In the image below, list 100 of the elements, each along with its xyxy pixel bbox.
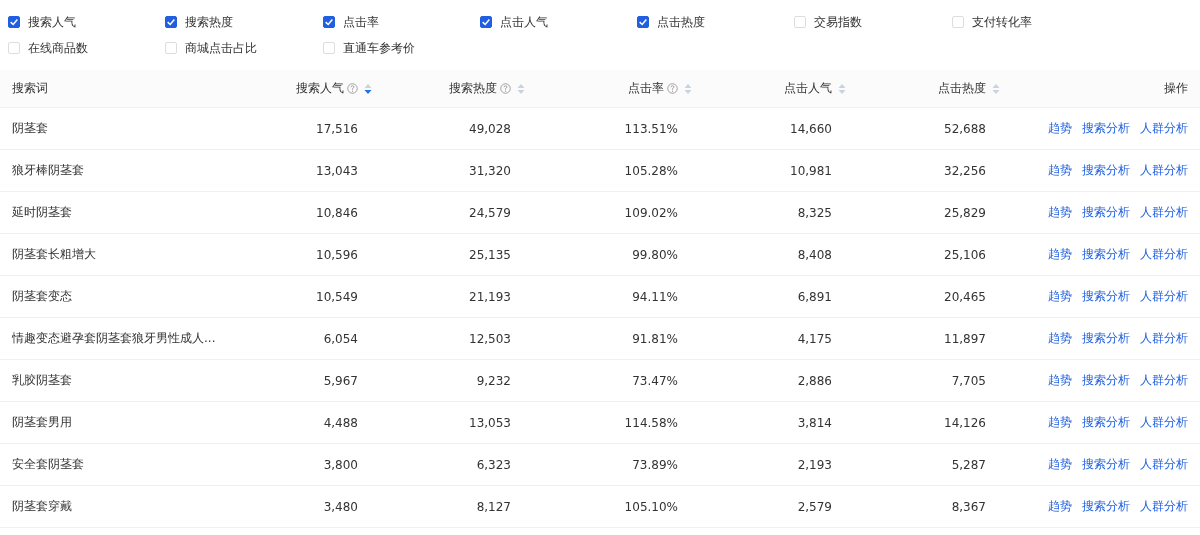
action-link[interactable]: 搜索分析 bbox=[1082, 372, 1130, 389]
table-cell: 3,480 bbox=[323, 499, 358, 514]
help-icon[interactable] bbox=[347, 83, 358, 94]
table-cell: 99.80% bbox=[632, 247, 678, 262]
column-header[interactable]: 点击率 bbox=[628, 80, 664, 97]
table-cell: 安全套阴茎套 bbox=[12, 456, 84, 473]
action-link[interactable]: 趋势 bbox=[1048, 456, 1072, 473]
table-cell: 109.02% bbox=[624, 205, 678, 220]
checkbox[interactable] bbox=[479, 16, 492, 28]
table-cell: 14,660 bbox=[790, 121, 832, 136]
table-cell: 91.81% bbox=[632, 331, 678, 346]
table-cell: 24,579 bbox=[469, 205, 511, 220]
checkbox-label: 搜索热度 bbox=[185, 13, 234, 31]
checkbox-label: 搜索人气 bbox=[28, 13, 76, 31]
action-link[interactable]: 趋势 bbox=[1048, 162, 1072, 179]
table-cell: 14,126 bbox=[944, 415, 986, 430]
action-link[interactable]: 搜索分析 bbox=[1082, 162, 1130, 179]
help-icon[interactable] bbox=[667, 83, 678, 94]
table-cell: 94.11% bbox=[632, 289, 678, 304]
table-cell: 5,967 bbox=[323, 373, 358, 388]
action-link[interactable]: 搜索分析 bbox=[1082, 498, 1130, 515]
table-cell: 8,127 bbox=[476, 499, 511, 514]
table-cell: 3,814 bbox=[797, 415, 832, 430]
table-cell: 4,175 bbox=[797, 331, 832, 346]
action-link[interactable]: 搜索分析 bbox=[1082, 120, 1130, 137]
table-cell: 9,232 bbox=[476, 373, 511, 388]
checkbox-label: 支付转化率 bbox=[971, 13, 1032, 31]
column-header[interactable]: 点击热度 bbox=[938, 80, 986, 97]
action-link[interactable]: 搜索分析 bbox=[1082, 288, 1130, 305]
table-cell: 25,106 bbox=[944, 247, 986, 262]
table-cell: 25,135 bbox=[469, 247, 511, 262]
table-cell: 13,043 bbox=[316, 163, 358, 178]
table-cell: 52,688 bbox=[944, 121, 986, 136]
action-link[interactable]: 人群分析 bbox=[1140, 498, 1188, 515]
table-cell: 2,193 bbox=[797, 457, 832, 472]
table-cell: 25,829 bbox=[944, 205, 986, 220]
action-link[interactable]: 人群分析 bbox=[1140, 162, 1188, 179]
action-link[interactable]: 趋势 bbox=[1048, 120, 1072, 137]
table-cell: 105.10% bbox=[624, 499, 678, 514]
table-cell: 4,488 bbox=[323, 415, 358, 430]
table-cell: 105.28% bbox=[624, 163, 678, 178]
table-cell: 17,516 bbox=[316, 121, 358, 136]
table-cell: 10,549 bbox=[316, 289, 358, 304]
checkbox-label: 直通车参考价 bbox=[342, 39, 415, 57]
table-cell: 乳胶阴茎套 bbox=[12, 372, 72, 389]
action-link[interactable]: 趋势 bbox=[1048, 288, 1072, 305]
checkbox[interactable] bbox=[8, 16, 20, 28]
table-cell: 7,705 bbox=[951, 373, 986, 388]
action-link[interactable]: 人群分析 bbox=[1140, 204, 1188, 221]
action-link[interactable]: 搜索分析 bbox=[1082, 456, 1130, 473]
action-link[interactable]: 趋势 bbox=[1048, 204, 1072, 221]
checkbox-label: 交易指数 bbox=[814, 13, 863, 31]
table-cell: 31,320 bbox=[469, 163, 511, 178]
action-link[interactable]: 人群分析 bbox=[1140, 372, 1188, 389]
table-cell: 32,256 bbox=[944, 163, 986, 178]
table-cell: 狼牙棒阴茎套 bbox=[12, 162, 84, 179]
checkbox[interactable] bbox=[165, 16, 178, 28]
action-link[interactable]: 搜索分析 bbox=[1082, 246, 1130, 263]
action-link[interactable]: 搜索分析 bbox=[1082, 330, 1130, 347]
checkbox[interactable] bbox=[637, 16, 650, 28]
action-link[interactable]: 搜索分析 bbox=[1082, 204, 1130, 221]
action-link[interactable]: 趋势 bbox=[1048, 372, 1072, 389]
action-link[interactable]: 人群分析 bbox=[1140, 246, 1188, 263]
sort-icon[interactable] bbox=[364, 82, 372, 95]
table-cell: 阴茎套长粗增大 bbox=[12, 246, 96, 263]
action-link[interactable]: 趋势 bbox=[1048, 498, 1072, 515]
checkbox-label: 在线商品数 bbox=[28, 39, 88, 57]
action-link[interactable]: 人群分析 bbox=[1140, 414, 1188, 431]
action-link[interactable]: 人群分析 bbox=[1140, 120, 1188, 137]
action-link[interactable]: 搜索分析 bbox=[1082, 414, 1130, 431]
checkbox-label: 点击热度 bbox=[657, 13, 706, 31]
action-link[interactable]: 人群分析 bbox=[1140, 456, 1188, 473]
action-link[interactable]: 人群分析 bbox=[1140, 330, 1188, 347]
table-cell: 6,054 bbox=[323, 331, 358, 346]
column-header[interactable]: 点击人气 bbox=[784, 80, 832, 97]
action-link[interactable]: 趋势 bbox=[1048, 414, 1072, 431]
table-cell: 12,503 bbox=[469, 331, 511, 346]
table-cell: 10,596 bbox=[316, 247, 358, 262]
checkbox-label: 点击率 bbox=[342, 13, 379, 31]
table-cell: 10,846 bbox=[316, 205, 358, 220]
table-cell: 8,367 bbox=[951, 499, 986, 514]
column-header[interactable]: 搜索人气 bbox=[296, 80, 344, 97]
table-cell: 20,465 bbox=[944, 289, 986, 304]
action-link[interactable]: 人群分析 bbox=[1140, 288, 1188, 305]
table-cell: 阴茎套变态 bbox=[12, 288, 72, 305]
action-link[interactable]: 趋势 bbox=[1048, 246, 1072, 263]
column-header[interactable]: 搜索热度 bbox=[449, 80, 497, 97]
checkbox[interactable] bbox=[322, 16, 335, 28]
table-cell: 延时阴茎套 bbox=[12, 204, 72, 221]
checkbox-label: 点击人气 bbox=[499, 13, 548, 31]
table-cell: 8,408 bbox=[797, 247, 832, 262]
table-cell: 13,053 bbox=[469, 415, 511, 430]
table-cell: 114.58% bbox=[624, 415, 678, 430]
table-cell: 21,193 bbox=[469, 289, 511, 304]
action-link[interactable]: 趋势 bbox=[1048, 330, 1072, 347]
table-cell: 5,287 bbox=[951, 457, 986, 472]
table-cell: 11,897 bbox=[944, 331, 986, 346]
table-cell: 2,886 bbox=[797, 373, 832, 388]
help-icon[interactable] bbox=[500, 83, 511, 94]
table-cell: 49,028 bbox=[469, 121, 511, 136]
